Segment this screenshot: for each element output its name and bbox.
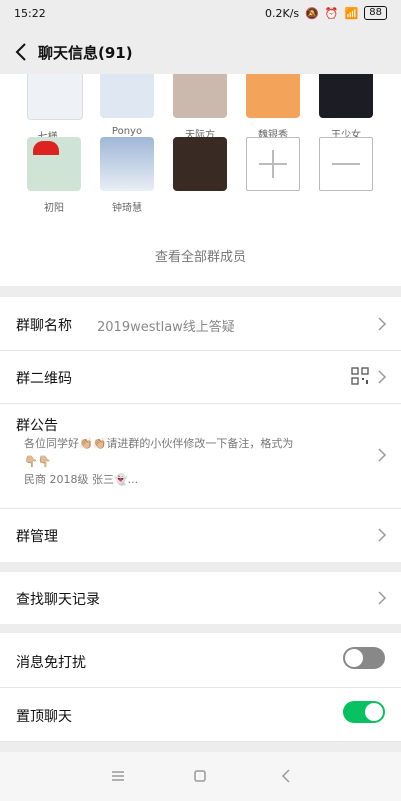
remove-member-button[interactable] [319,137,373,191]
member-item[interactable]: 七様 ... [27,74,83,143]
add-member-button[interactable] [246,137,300,191]
status-time: 15:22 [14,7,46,20]
pin-label: 置顶聊天 [16,709,72,725]
group-manage-label: 群管理 [16,529,58,545]
mute-row: 消息免打扰 [0,633,401,688]
status-bar: 15:22 0.2K/s 🔕 ⏰ 📶 88 [0,0,401,30]
group-qr-row[interactable]: 群二维码 [0,350,401,404]
notice-line: 民商 2018级 张三👻... [24,473,139,486]
member-name: 初阳 [44,203,64,214]
minus-icon [332,163,360,165]
group-notice-row[interactable]: 群公告 各位同学好👏🏼👏🏼请进群的小伙伴修改一下备注，格式为 👇🏼👇🏼 民商 2… [0,403,401,509]
member-name: Ponyo [111,126,143,137]
group-name-label: 群聊名称 [16,318,72,334]
mute-label: 消息免打扰 [16,655,86,671]
group-notice-text: 各位同学好👏🏼👏🏼请进群的小伙伴修改一下备注，格式为 👇🏼👇🏼 民商 2018级… [24,435,354,489]
member-item[interactable]: 初阳 [27,137,81,214]
pin-toggle[interactable] [343,701,385,723]
avatar [100,74,154,118]
member-item[interactable]: 钟琦慧 [100,137,154,214]
battery-indicator: 88 [364,6,387,20]
qr-code-icon [351,367,369,385]
member-item[interactable] [173,137,227,199]
group-name-row[interactable]: 群聊名称 2019westlaw线上答疑 [0,297,401,351]
member-item[interactable]: 魏银秀 [246,74,300,141]
mute-toggle[interactable] [343,647,385,669]
search-history-row[interactable]: 查找聊天记录 [0,572,401,624]
page-title: 聊天信息(91) [38,44,133,62]
mute-bell-icon: 🔕 [305,6,319,20]
view-all-members-link[interactable]: 查看全部群成员 [0,246,401,265]
top-bar: 聊天信息(91) [0,30,401,74]
group-name-value: 2019westlaw线上答疑 [97,320,235,335]
member-item[interactable]: 天际方 [173,74,227,141]
notice-line: 👇🏼👇🏼 [24,455,52,468]
notice-line: 各位同学好👏🏼👏🏼请进群的小伙伴修改一下备注，格式为 [24,437,294,450]
avatar [173,137,227,191]
alarm-icon: ⏰ [324,6,339,20]
network-speed: 0.2K/s [265,6,300,20]
back-icon[interactable] [276,766,296,786]
search-history-section: 查找聊天记录 [0,572,401,624]
avatar [27,74,83,120]
home-icon[interactable] [190,766,210,786]
group-notice-label: 群公告 [16,418,58,434]
member-name: 钟琦慧 [112,203,142,214]
member-item[interactable]: Ponyo [100,74,154,137]
chevron-right-icon [378,528,387,542]
chevron-right-icon [378,370,387,384]
group-qr-label: 群二维码 [16,371,72,387]
group-manage-row[interactable]: 群管理 [0,508,401,561]
status-icons: 0.2K/s 🔕 ⏰ 📶 88 [265,6,387,20]
plus-icon [259,150,287,178]
toggle-knob [345,649,363,667]
avatar [100,137,154,191]
system-nav-bar [0,752,401,801]
avatar [173,74,227,118]
pin-row: 置顶聊天 [0,687,401,742]
avatar [27,137,81,191]
avatar [246,74,300,118]
search-history-label: 查找聊天记录 [16,592,100,608]
chevron-right-icon [378,448,387,462]
toggle-knob [365,703,383,721]
member-item[interactable]: 王少女 [319,74,373,141]
chevron-right-icon [378,317,387,331]
avatar [319,74,373,118]
back-arrow-icon[interactable] [10,40,34,64]
menu-icon[interactable] [108,766,128,786]
wifi-icon: 📶 [344,6,359,20]
chevron-right-icon [378,591,387,605]
member-grid: 七様 ... Ponyo 天际方 魏银秀 王少女 初阳 钟琦慧 [0,74,401,286]
group-settings-section: 群聊名称 2019westlaw线上答疑 群二维码 群公告 各位同学好👏🏼👏🏼请… [0,297,401,562]
toggle-section: 消息免打扰 置顶聊天 [0,633,401,742]
